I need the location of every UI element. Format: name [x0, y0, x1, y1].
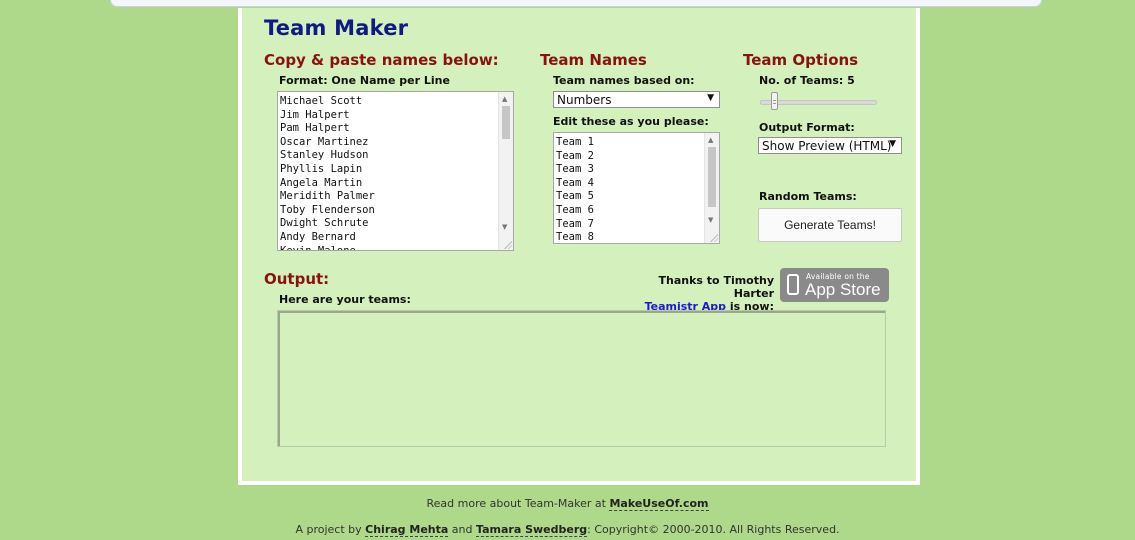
team-names-textarea[interactable]: Team 1 Team 2 Team 3 Team 4 Team 5 Team 6 Team…: [553, 132, 720, 244]
random-teams-label: Random Teams:: [759, 190, 857, 203]
team-names-based-on-select[interactable]: Numbers ▼: [553, 91, 720, 108]
phone-icon: [787, 274, 799, 295]
team-options-heading: Team Options: [743, 51, 859, 69]
footer-line-1: Read more about Team-Maker at MakeUseOf.…: [0, 497, 1135, 511]
team-names-heading: Team Names: [540, 51, 647, 69]
team-name-line: Team 7: [556, 217, 594, 230]
format-label: Format: One Name per Line: [279, 74, 450, 87]
name-line: Andy Bernard: [280, 230, 356, 243]
team-names-scrollbar[interactable]: ▲ ▼: [704, 133, 719, 243]
name-line: Meridith Palmer: [280, 190, 375, 203]
name-line: Dwight Schrute: [280, 217, 369, 230]
page-title: Team Maker: [264, 16, 409, 40]
name-line: Pam Halpert: [280, 122, 350, 135]
name-line: Stanley Hudson: [280, 149, 369, 162]
edit-label: Edit these as you please:: [553, 115, 709, 128]
scroll-thumb[interactable]: [708, 147, 716, 207]
output-format-value: Show Preview (HTML): [762, 139, 892, 153]
scroll-thumb[interactable]: [502, 106, 510, 139]
scroll-down-icon[interactable]: ▼: [502, 223, 507, 231]
scroll-down-icon[interactable]: ▼: [708, 216, 713, 224]
name-line: Angela Martin: [280, 176, 363, 189]
based-on-label: Team names based on:: [553, 74, 695, 87]
resize-grip-icon[interactable]: [504, 241, 512, 249]
team-name-line: Team 2: [556, 149, 594, 162]
name-line: Michael Scott: [280, 95, 363, 107]
footer-project-by: A project by: [295, 523, 366, 536]
author-chirag-link[interactable]: Chirag Mehta: [365, 523, 449, 537]
main-panel: Team Maker Copy & paste names below: For…: [238, 8, 920, 485]
app-store-badge[interactable]: Available on the App Store: [780, 268, 889, 302]
name-line: Jim Halpert: [280, 108, 350, 121]
name-line: Kevin Malone: [280, 244, 356, 251]
author-tamara-link[interactable]: Tamara Swedberg: [476, 523, 588, 537]
makeuseof-link[interactable]: MakeUseOf.com: [609, 497, 709, 511]
team-name-line: Team 3: [556, 163, 594, 176]
footer-line-2: A project by Chirag Mehta and Tamara Swe…: [0, 523, 1135, 537]
name-line: Oscar Martinez: [280, 135, 369, 148]
output-sub-label: Here are your teams:: [279, 293, 411, 306]
thanks-note: Thanks to Timothy Harter Teamistr App is…: [622, 274, 774, 313]
name-line: Phyllis Lapin: [280, 162, 363, 175]
team-name-line: Team 5: [556, 190, 594, 203]
thanks-line: Thanks to Timothy Harter: [658, 274, 774, 300]
resize-grip-icon[interactable]: [710, 234, 718, 242]
dropdown-arrow-icon: ▼: [889, 139, 896, 149]
num-teams-slider-thumb[interactable]: [771, 92, 778, 110]
names-list: Michael Scott Jim Halpert Pam Halpert Oscar…: [278, 92, 513, 251]
badge-big-text: App Store: [805, 280, 881, 299]
generate-teams-button[interactable]: Generate Teams!: [758, 208, 902, 242]
footer-and: and: [448, 523, 476, 536]
scroll-up-icon[interactable]: ▲: [502, 95, 507, 103]
names-textarea[interactable]: Michael Scott Jim Halpert Pam Halpert Oscar…: [277, 91, 514, 251]
names-heading: Copy & paste names below:: [264, 51, 499, 69]
team-list: Team 1 Team 2 Team 3 Team 4 Team 5 Team 6 Team…: [554, 133, 719, 244]
name-line: Toby Flenderson: [280, 203, 375, 216]
team-name-line: Team 6: [556, 203, 594, 216]
output-area[interactable]: [277, 310, 886, 447]
team-name-line: Team 8: [556, 231, 594, 244]
team-name-line: Team 4: [556, 176, 594, 189]
scroll-up-icon[interactable]: ▲: [708, 136, 713, 144]
output-heading: Output:: [264, 270, 330, 288]
footer-read-more: Read more about Team-Maker at: [426, 497, 610, 510]
based-on-value: Numbers: [557, 93, 612, 107]
output-format-select[interactable]: Show Preview (HTML) ▼: [758, 137, 902, 154]
num-teams-label: No. of Teams: 5: [759, 74, 855, 87]
dropdown-arrow-icon: ▼: [707, 93, 714, 103]
names-scrollbar[interactable]: ▲ ▼: [498, 92, 513, 250]
browser-top-edge: [110, 0, 1042, 7]
team-name-line: Team 1: [556, 136, 594, 148]
footer-copyright: : Copyright© 2000-2010. All Rights Reser…: [587, 523, 840, 536]
output-format-label: Output Format:: [759, 121, 855, 134]
